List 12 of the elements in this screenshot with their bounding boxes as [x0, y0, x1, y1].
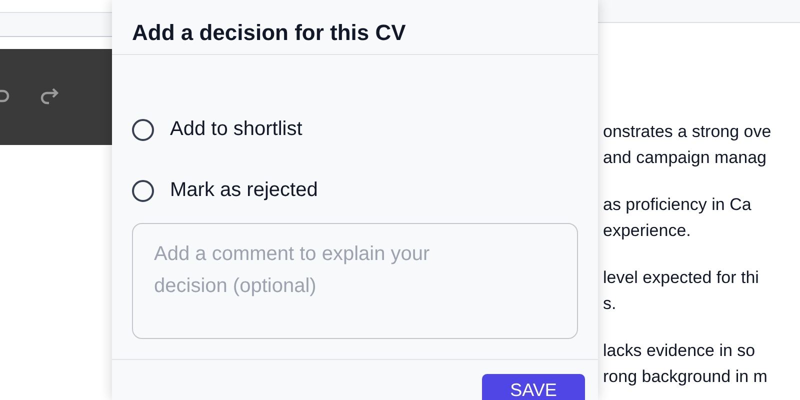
comment-field[interactable]: Add a comment to explain your decision (optional) — [132, 223, 578, 339]
document-paragraph: as proficiency in Ca experience. — [603, 194, 752, 242]
option-label: Add to shortlist — [170, 118, 302, 141]
dialog-title: Add a decision for this CV — [112, 0, 598, 55]
radio-button[interactable] — [132, 180, 154, 202]
radio-button[interactable] — [132, 118, 154, 140]
option-label: Mark as rejected — [170, 179, 318, 202]
document-paragraph: level expected for thi s. — [603, 267, 760, 315]
redo-icon[interactable] — [40, 87, 60, 107]
document-paragraph: lacks evidence in so rong background in m — [603, 340, 768, 388]
document-paragraph: onstrates a strong ove and campaign manag — [603, 121, 772, 169]
save-button[interactable]: SAVE — [482, 374, 585, 400]
